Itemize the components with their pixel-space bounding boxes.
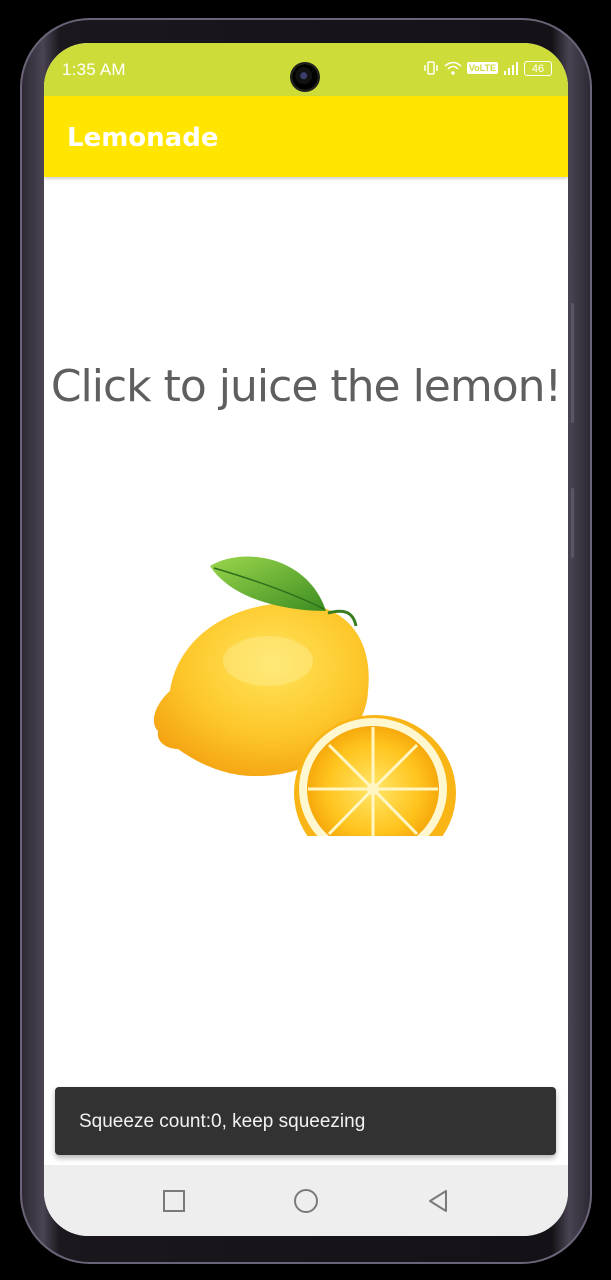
status-icons: VoLTE 46 <box>423 60 552 76</box>
wifi-icon <box>444 61 462 75</box>
back-button[interactable] <box>424 1187 452 1215</box>
navigation-bar <box>44 1165 568 1236</box>
status-bar: 1:35 AM VoLTE 46 <box>44 43 568 96</box>
app-title: Lemonade <box>67 123 219 153</box>
power-key <box>571 488 574 558</box>
volte-badge: VoLTE <box>466 62 498 74</box>
lemon-tree-image[interactable] <box>148 551 464 836</box>
snackbar-message: Squeeze count:0, keep squeezing <box>79 1111 366 1132</box>
recents-button[interactable] <box>160 1187 188 1215</box>
volume-key <box>571 303 574 423</box>
battery-icon: 46 <box>524 60 552 76</box>
signal-icon <box>504 62 518 75</box>
device-screen: 1:35 AM VoLTE 46 Lemonade Click to juice… <box>44 43 568 1236</box>
snackbar: Squeeze count:0, keep squeezing <box>55 1087 556 1155</box>
app-bar: Lemonade <box>44 96 568 177</box>
front-camera <box>292 64 318 90</box>
vibrate-icon <box>424 61 438 75</box>
home-button[interactable] <box>292 1187 320 1215</box>
status-time: 1:35 AM <box>62 60 126 79</box>
instruction-text: Click to juice the lemon! <box>50 361 562 412</box>
